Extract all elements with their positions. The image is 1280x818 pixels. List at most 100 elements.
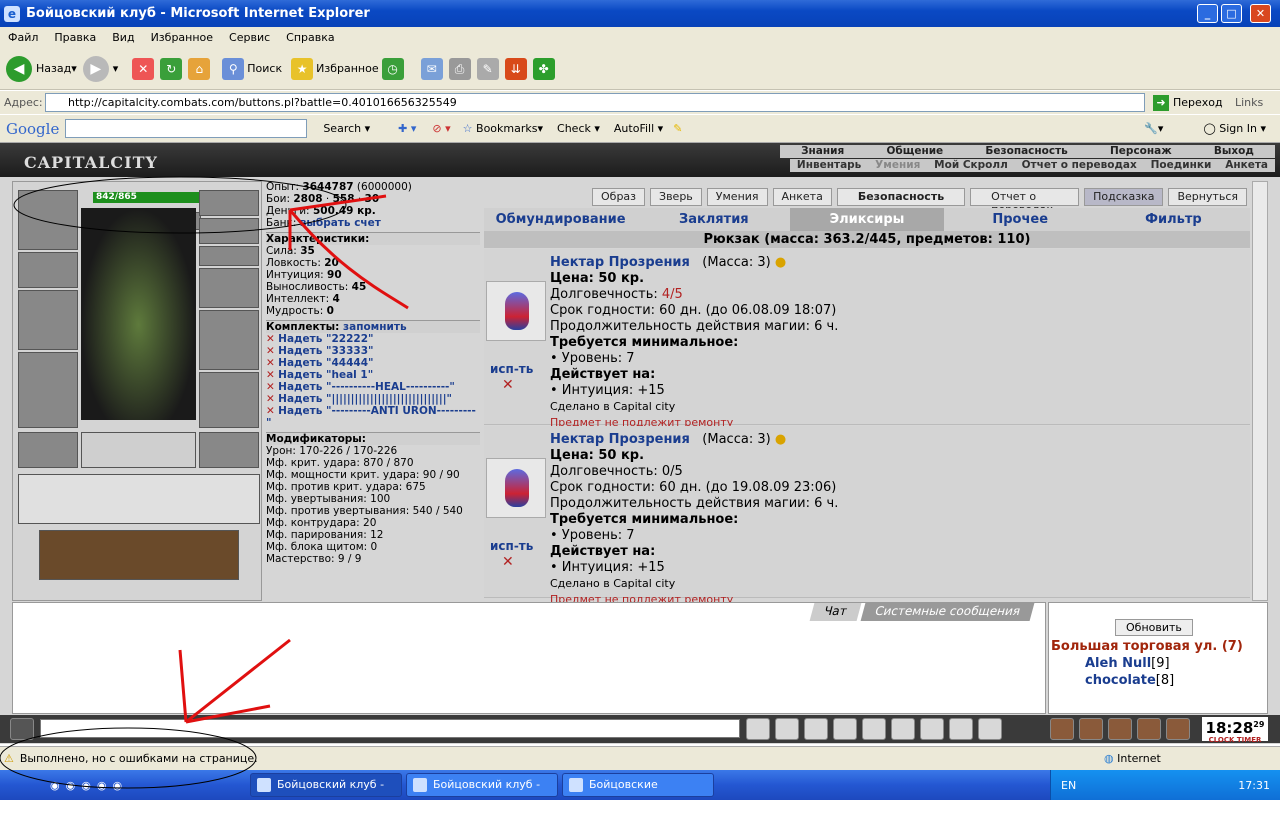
scrolls-grid[interactable] [18, 474, 260, 524]
go-button[interactable]: ➜ Переход [1153, 94, 1223, 111]
characteristics-header[interactable]: Характеристики: [266, 232, 480, 245]
settings-icon[interactable] [1108, 718, 1132, 740]
maximize-button[interactable]: □ [1221, 4, 1242, 23]
set-item[interactable]: ✕ Надеть "---------ANTI URON---------" [266, 405, 480, 429]
nav-communication[interactable]: Общение [886, 145, 943, 158]
profile-button[interactable]: Анкета [772, 188, 832, 206]
delete-set-icon[interactable]: ✕ [266, 345, 275, 357]
set-item[interactable]: ✕ Надеть "----------HEAL----------" [266, 381, 480, 393]
tab-filter[interactable]: Фильтр [1097, 208, 1250, 231]
save-icon[interactable] [833, 718, 857, 740]
tab-system-messages[interactable]: Системные сообщения [860, 603, 1034, 621]
links-label[interactable]: Links [1235, 96, 1263, 109]
autofill-button[interactable]: AutoFill ▾ [614, 122, 663, 135]
subnav-skills[interactable]: Умения [875, 159, 920, 172]
print-icon[interactable]: ⎙ [448, 57, 471, 80]
use-item-button[interactable]: исп-ть [490, 538, 533, 554]
subnav-scroll[interactable]: Мой Скролл [934, 159, 1008, 172]
return-button[interactable]: Вернуться [1168, 188, 1247, 206]
delete-set-icon[interactable]: ✕ [266, 393, 275, 405]
modifiers-header[interactable]: Модификаторы: [266, 432, 480, 445]
delete-set-icon[interactable]: ✕ [266, 405, 275, 417]
user-item[interactable]: Aleh Null[9] [1085, 656, 1267, 671]
amulet-slot[interactable] [199, 190, 259, 216]
warning-icon[interactable]: ⚠ [4, 752, 14, 765]
tab-other[interactable]: Прочее [944, 208, 1097, 231]
nav-exit[interactable]: Выход [1214, 145, 1254, 158]
nav-character[interactable]: Персонаж [1110, 145, 1172, 158]
inventory-scrollbar[interactable] [1252, 181, 1268, 601]
user-item[interactable]: chocolate[8] [1085, 673, 1267, 688]
set-item[interactable]: ✕ Надеть "||||||||||||||||||||||||||||||… [266, 393, 480, 405]
lock-icon[interactable] [1137, 718, 1161, 740]
armor-slot[interactable] [18, 352, 78, 428]
send-icon[interactable] [746, 718, 770, 740]
quicklaunch-icon[interactable]: ◉ [50, 779, 60, 792]
highlighter-icon[interactable]: ✎ [673, 122, 682, 135]
bookmarks-button[interactable]: ☆ Bookmarks▾ [463, 122, 543, 135]
remember-link[interactable]: запомнить [343, 321, 407, 333]
belt-slot[interactable] [18, 432, 78, 468]
eraser-icon[interactable] [775, 718, 799, 740]
subnav-inventory[interactable]: Инвентарь [797, 159, 861, 172]
item-name[interactable]: Нектар Прозрения [550, 255, 690, 270]
mail-icon[interactable]: ✉ [420, 57, 443, 80]
bank-select-link[interactable]: выбрать счет [300, 217, 381, 229]
set-item[interactable]: ✕ Надеть "33333" [266, 345, 480, 357]
wrench-icon[interactable]: 🔧▾ [1144, 122, 1163, 135]
delete-set-icon[interactable]: ✕ [266, 369, 275, 381]
language-indicator[interactable]: EN [1061, 779, 1076, 792]
pet-button[interactable]: Зверь [650, 188, 702, 206]
walk-icon[interactable] [862, 718, 886, 740]
google-search-input[interactable] [65, 119, 308, 138]
menu-file[interactable]: Файл [0, 31, 46, 44]
address-input[interactable]: http://capitalcity.combats.com/buttons.p… [45, 93, 1145, 112]
gloves-slot[interactable] [199, 268, 259, 308]
filter-icon[interactable] [804, 718, 828, 740]
stop-icon[interactable]: ✕ [132, 57, 155, 80]
transfers-report-button[interactable]: Отчет о переводах [970, 188, 1080, 216]
menu-favorites[interactable]: Избранное [143, 31, 221, 44]
subnav-fights[interactable]: Поединки [1151, 159, 1212, 172]
abilities-grid[interactable] [39, 530, 239, 580]
favorites-button[interactable]: ★ Избранное [288, 57, 379, 80]
refresh-button[interactable]: Обновить [1115, 619, 1193, 636]
earrings-slot[interactable] [199, 218, 259, 244]
subnav-profile[interactable]: Анкета [1225, 159, 1268, 172]
tab-elixirs[interactable]: Эликсиры [790, 208, 944, 231]
helmet-icon[interactable] [978, 718, 1002, 740]
emoji-icon[interactable] [949, 718, 973, 740]
set-item[interactable]: ✕ Надеть "heal 1" [266, 369, 480, 381]
security-button[interactable]: Безопасность [836, 188, 966, 206]
menu-view[interactable]: Вид [104, 31, 142, 44]
forward-button[interactable]: ▶ ▾ [82, 55, 118, 82]
delete-set-icon[interactable]: ✕ [266, 381, 275, 393]
refresh-icon[interactable]: ↻ [160, 57, 183, 80]
delete-icon[interactable]: ✕ [502, 554, 514, 570]
home-icon[interactable]: ⌂ [188, 57, 211, 80]
boots-slot[interactable] [199, 432, 259, 468]
taskbar-item[interactable]: Бойцовский клуб - Mi... [406, 773, 558, 813]
popup-blocker-icon[interactable]: ⊘ ▾ [432, 122, 450, 135]
helmet-slot[interactable] [18, 190, 78, 250]
delete-set-icon[interactable]: ✕ [266, 357, 275, 369]
chat-input[interactable] [40, 719, 740, 738]
delete-icon[interactable]: ✕ [502, 377, 514, 393]
sound-icon[interactable] [920, 718, 944, 740]
google-search-button[interactable]: Search ▾ [323, 122, 370, 135]
exit-icon[interactable] [1166, 718, 1190, 740]
minimize-button[interactable]: _ [1197, 4, 1218, 23]
plus-icon[interactable]: ✚ ▾ [398, 122, 416, 135]
legs-slot[interactable] [199, 372, 259, 428]
menu-edit[interactable]: Правка [46, 31, 104, 44]
rings-slot[interactable] [199, 246, 259, 266]
quicklaunch-icon[interactable]: ◉ [81, 779, 91, 792]
tab-chat[interactable]: Чат [809, 603, 861, 621]
signin-button[interactable]: ◯ Sign In ▾ [1203, 122, 1266, 135]
nav-knowledge[interactable]: Знания [801, 145, 844, 158]
item-name[interactable]: Нектар Прозрения [550, 432, 690, 447]
close-button[interactable]: ✕ [1250, 4, 1271, 23]
skills-button[interactable]: Умения [706, 188, 768, 206]
menu-help[interactable]: Справка [278, 31, 342, 44]
subnav-transfers[interactable]: Отчет о переводах [1022, 159, 1137, 172]
